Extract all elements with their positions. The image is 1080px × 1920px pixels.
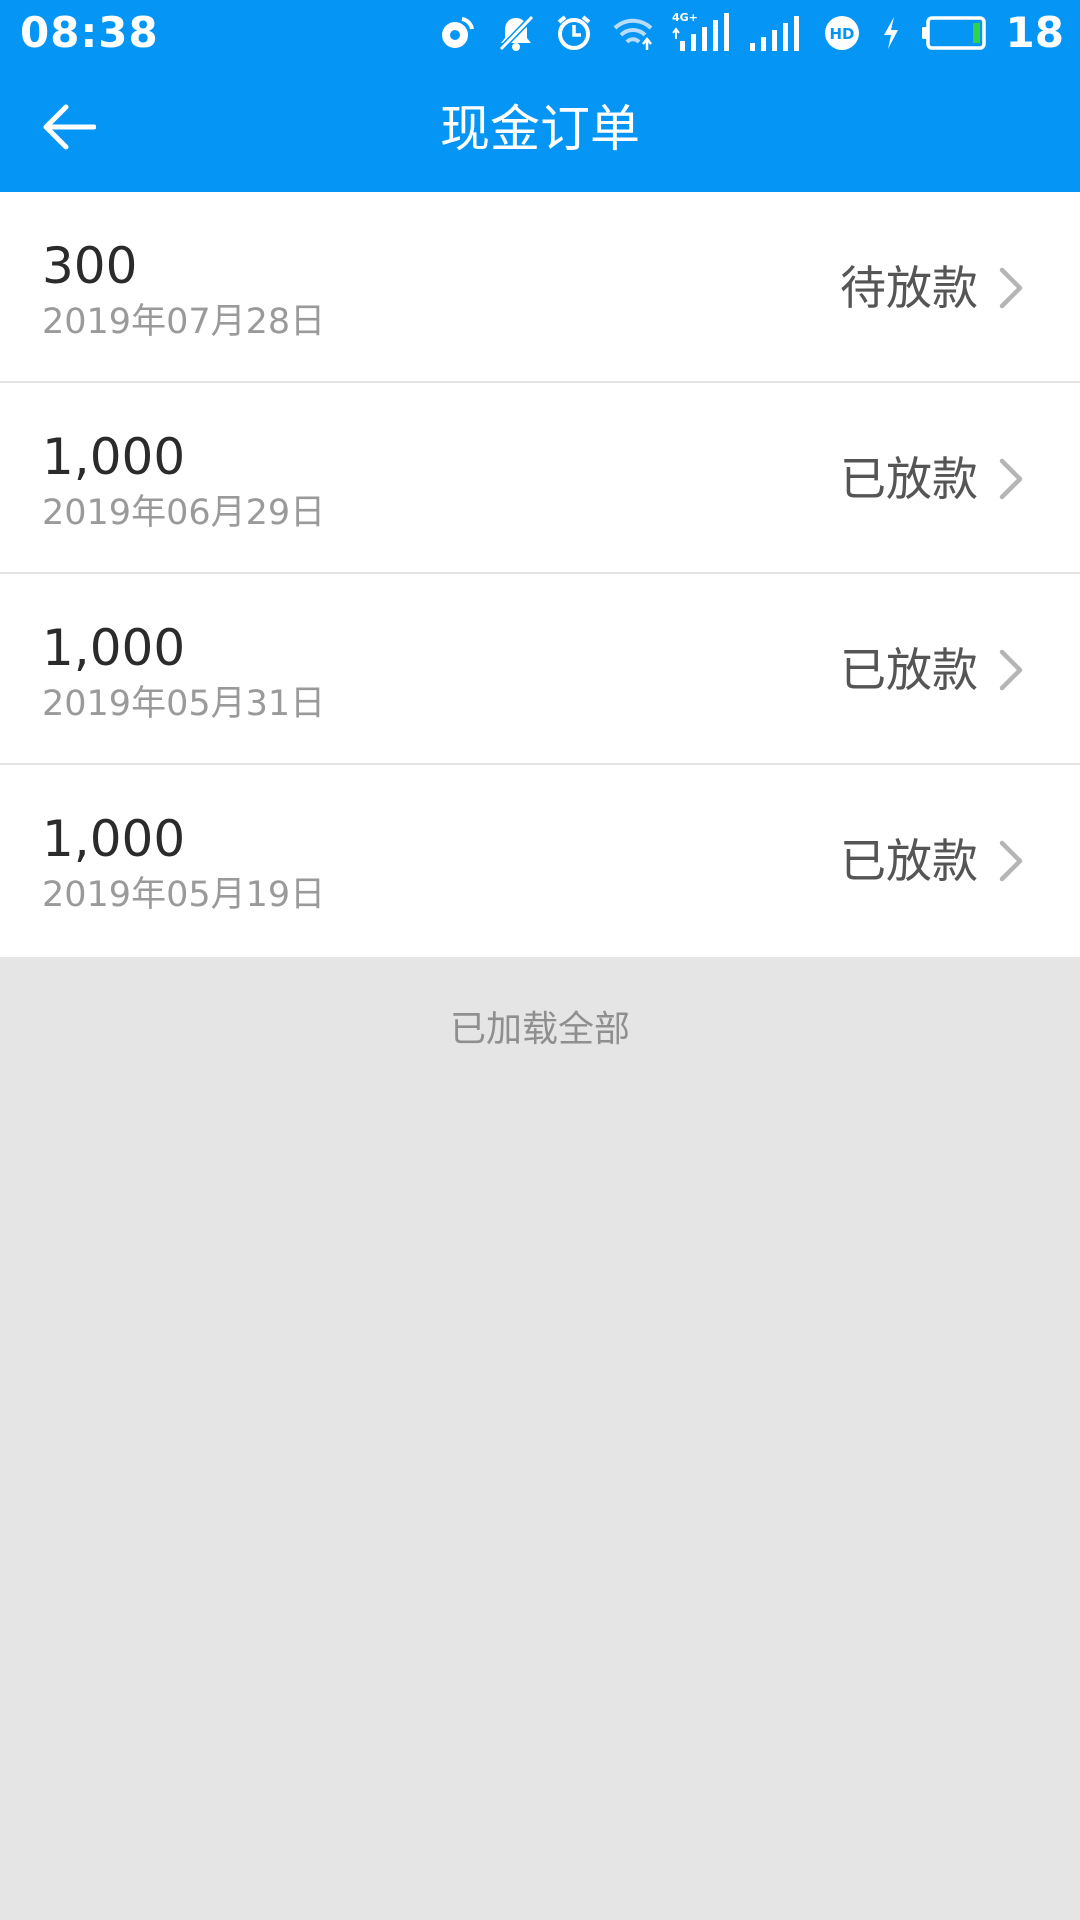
order-date: 2019年06月29日 <box>42 493 326 533</box>
toolbar: 现金订单 <box>0 66 1080 192</box>
signal-icon <box>748 13 804 53</box>
order-row[interactable]: 1,000 2019年05月19日 已放款 <box>0 765 1080 957</box>
status-bar: 08:38 4G+ HD 18 <box>0 0 1080 66</box>
status-icons: 4G+ HD 18 <box>438 10 1064 56</box>
battery-level: 18 <box>1005 8 1064 57</box>
order-status: 已放款 <box>840 834 978 888</box>
order-list: 300 2019年07月28日 待放款 1,000 2019年06月29日 已放… <box>0 192 1080 957</box>
order-status: 待放款 <box>840 261 978 315</box>
arrow-left-icon <box>42 104 97 154</box>
chevron-right-icon <box>999 458 1023 500</box>
back-button[interactable] <box>36 96 102 162</box>
loaded-all-text: 已加载全部 <box>449 1009 630 1050</box>
order-amount: 1,000 <box>42 619 186 677</box>
charging-icon <box>880 13 902 53</box>
order-amount: 1,000 <box>42 810 186 868</box>
chevron-right-icon <box>999 267 1023 309</box>
hd-label: HD <box>829 25 854 43</box>
page-title: 现金订单 <box>440 100 640 158</box>
order-date: 2019年07月28日 <box>42 302 326 342</box>
chevron-right-icon <box>999 840 1023 882</box>
wifi-icon <box>612 13 654 53</box>
order-row[interactable]: 1,000 2019年06月29日 已放款 <box>0 383 1080 574</box>
order-amount: 1,000 <box>42 428 186 486</box>
order-amount: 300 <box>42 237 138 295</box>
order-date: 2019年05月31日 <box>42 684 326 724</box>
nfc-icon <box>438 13 478 53</box>
order-row[interactable]: 300 2019年07月28日 待放款 <box>0 192 1080 383</box>
battery-icon <box>920 13 988 53</box>
chevron-right-icon <box>999 649 1023 691</box>
alarm-icon <box>554 13 594 53</box>
mute-icon <box>496 13 536 53</box>
app-bar: 08:38 4G+ HD 18 现金订单 <box>0 0 1080 192</box>
hd-icon: HD <box>822 13 862 53</box>
order-date: 2019年05月19日 <box>42 875 326 915</box>
order-row[interactable]: 1,000 2019年05月31日 已放款 <box>0 574 1080 765</box>
order-status: 已放款 <box>840 452 978 506</box>
status-time: 08:38 <box>20 8 159 57</box>
order-status: 已放款 <box>840 643 978 697</box>
signal-4g-label: 4G+ <box>672 11 698 24</box>
signal-4g-icon: 4G+ <box>672 11 730 55</box>
